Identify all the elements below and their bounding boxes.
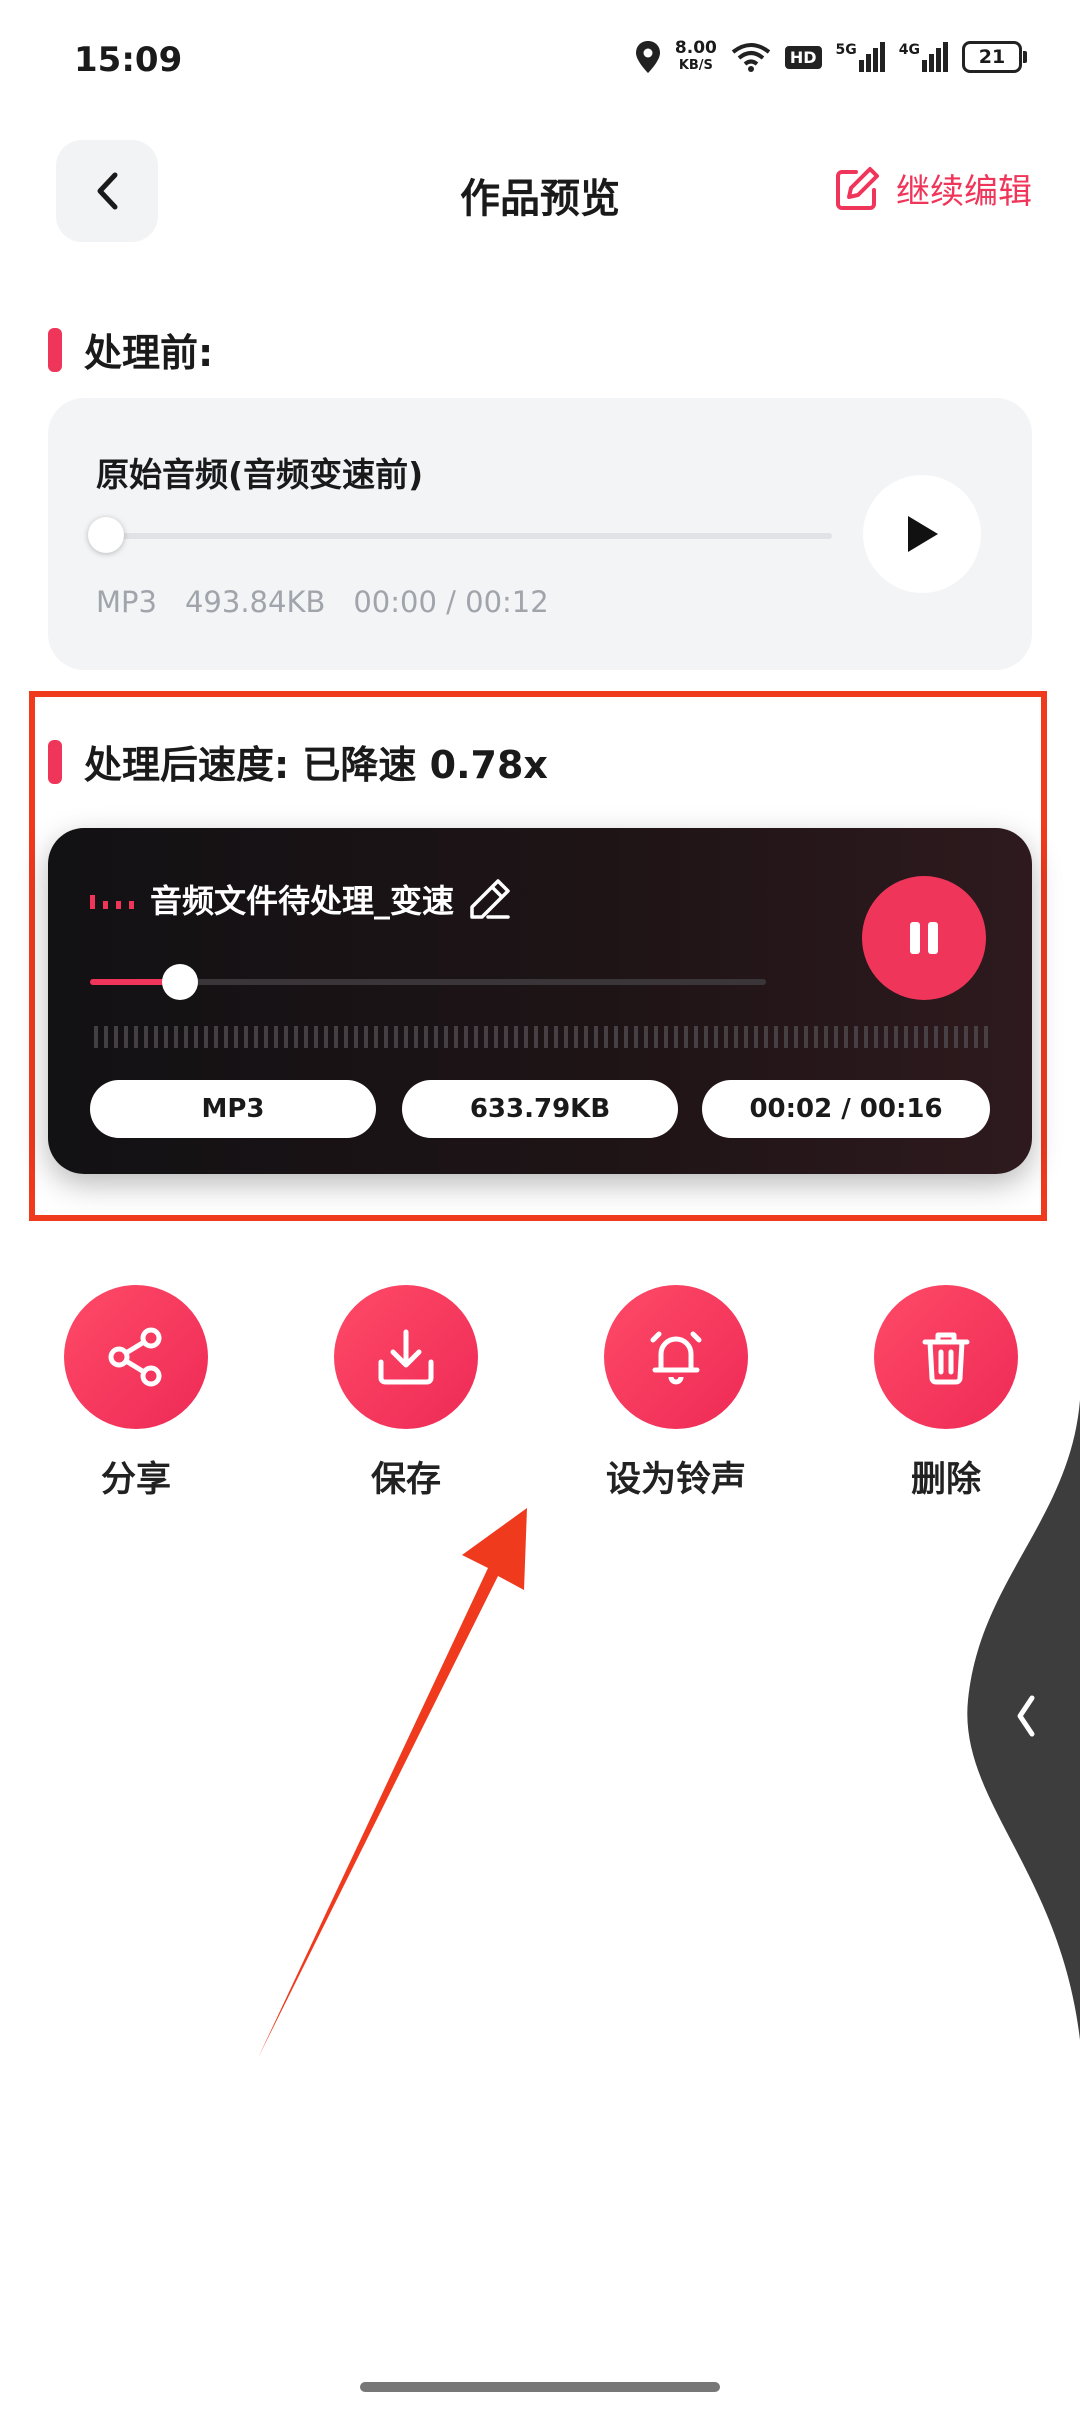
home-indicator[interactable]	[360, 2382, 720, 2392]
annotation-arrow	[258, 1508, 527, 2058]
side-drawer-handle[interactable]	[960, 1400, 1080, 2040]
